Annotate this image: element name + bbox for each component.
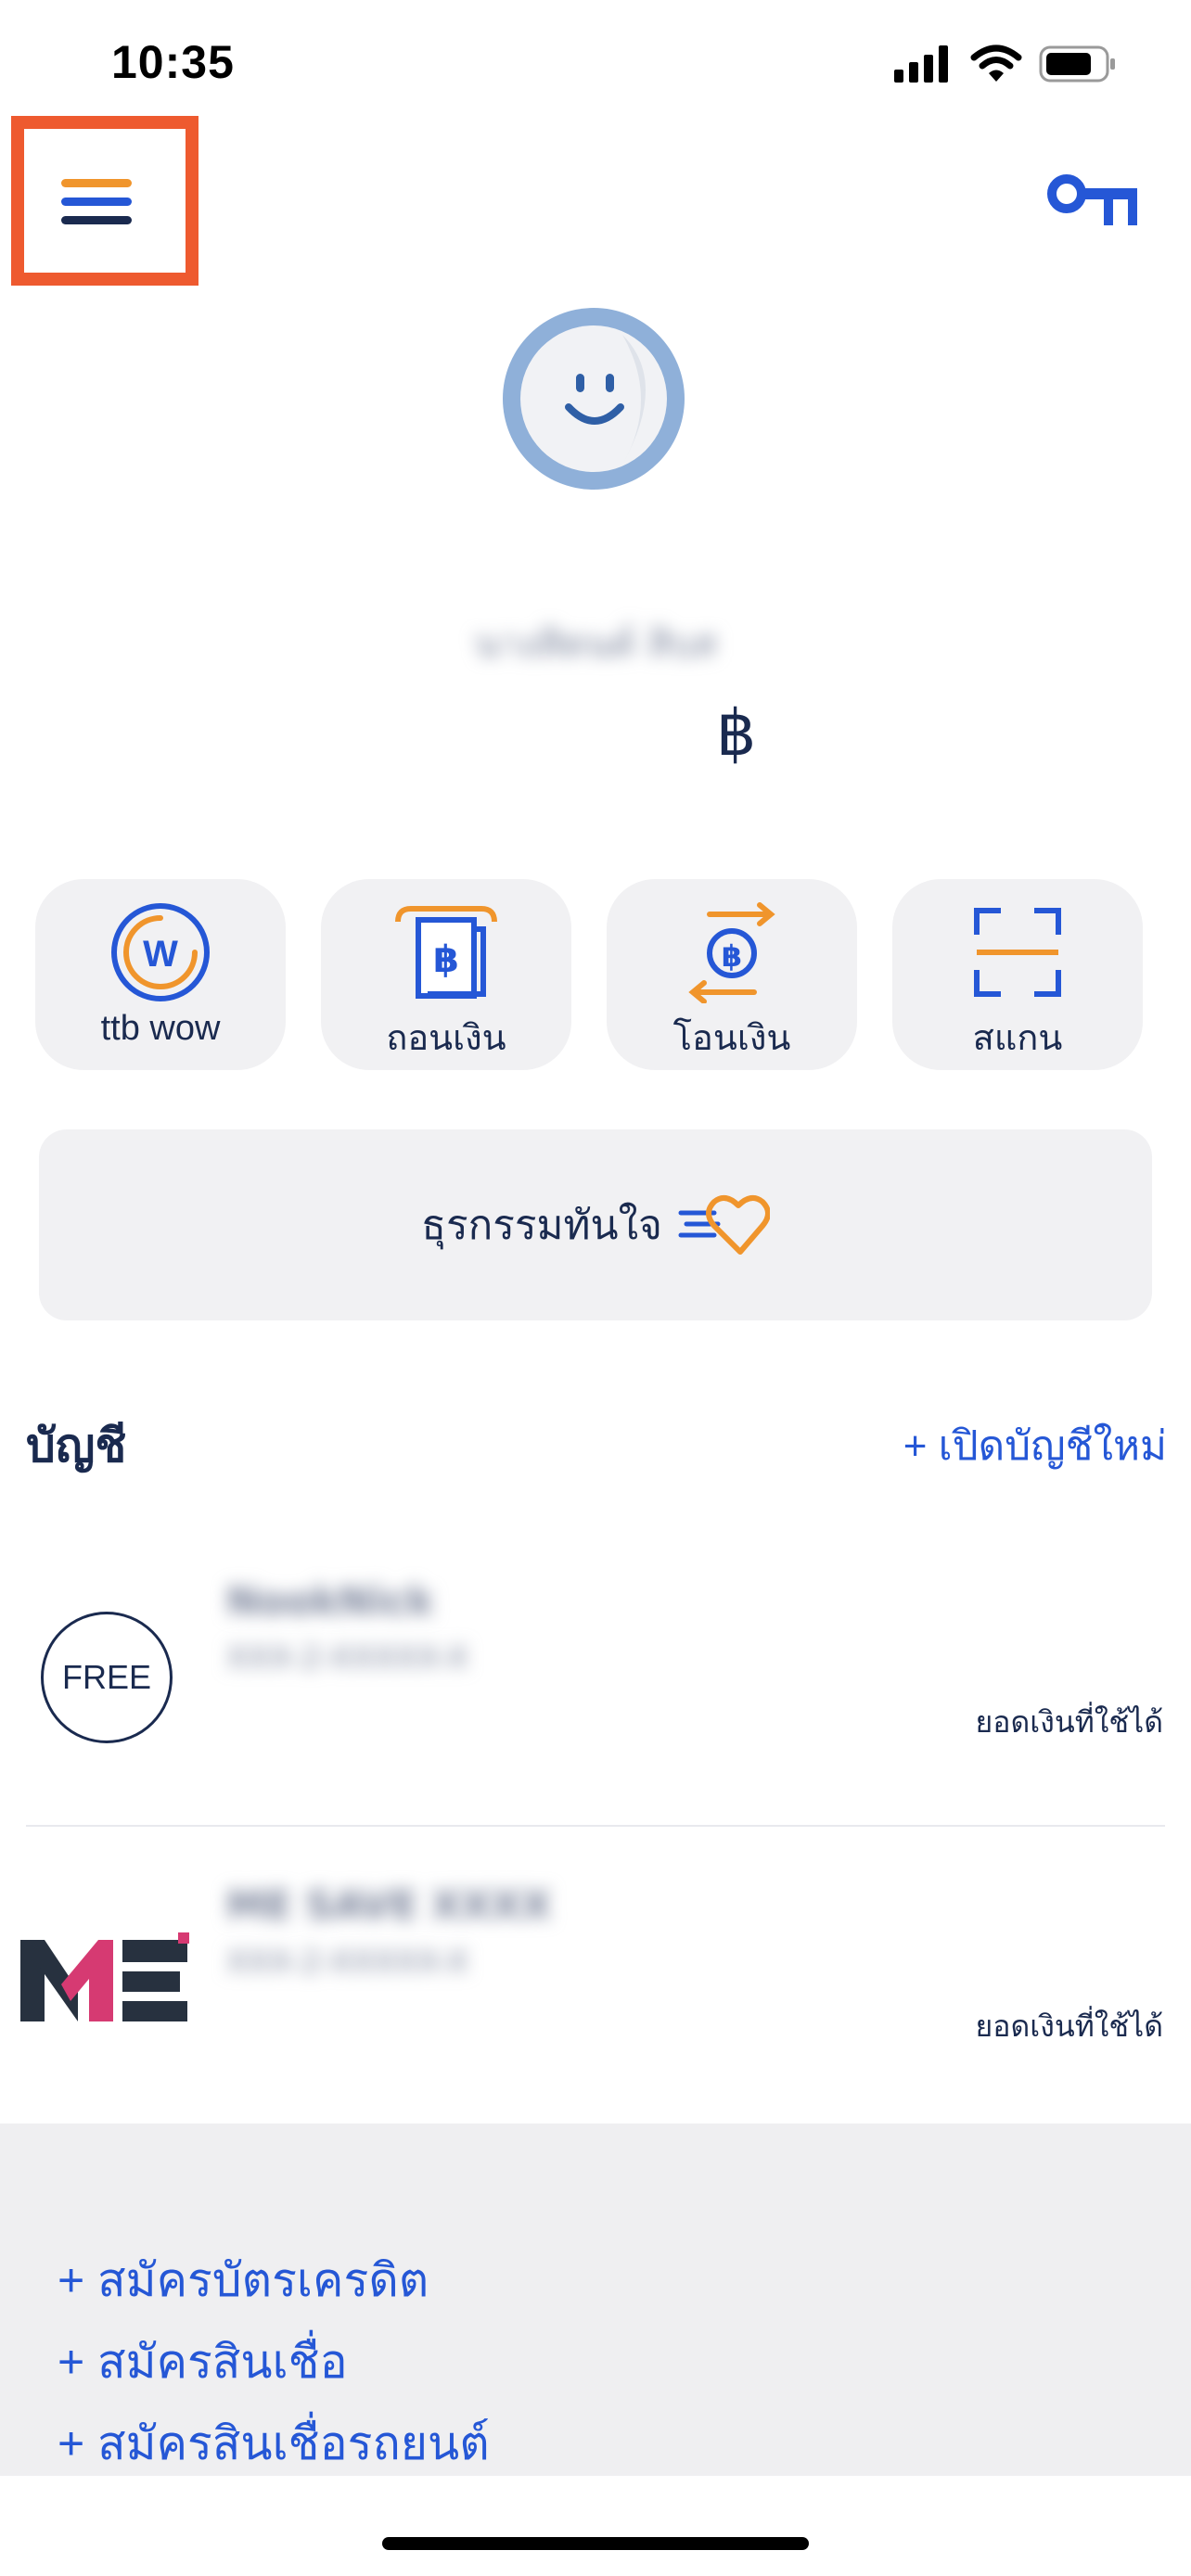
account-card-free[interactable]: FREE NookNick XXX-2-XXXXX-X ยอดเงินที่ใช… — [0, 1539, 1191, 1836]
key-icon — [1047, 174, 1137, 225]
transfer-label: โอนเงิน — [672, 1019, 791, 1058]
scan-icon — [974, 908, 1061, 997]
quick-actions: W ttb wow ฿ ถอนเงิน ฿ โอนเงิน สแกน — [35, 879, 1143, 1070]
status-icons — [894, 45, 1117, 83]
key-button[interactable] — [1046, 172, 1145, 233]
avatar[interactable] — [503, 308, 685, 490]
instant-transaction-label: ธุรกรรมทันใจ — [421, 1203, 662, 1248]
ttb-wow-icon: W — [111, 903, 210, 1001]
apply-car-loan-link[interactable]: + สมัครสินเชื่อรถยนต์ — [58, 2407, 490, 2480]
withdraw-icon: ฿ — [395, 906, 497, 999]
free-badge: FREE — [41, 1612, 173, 1743]
account-number: XXX-2-XXXXX-X — [226, 1639, 469, 1677]
battery-icon — [1039, 45, 1115, 83]
balance-currency-symbol: ฿ — [716, 697, 757, 771]
ttb-wow-label: ttb wow — [100, 1009, 221, 1048]
account-number: XXX-2-XXXXX-X — [226, 1944, 469, 1981]
cellular-signal-icon — [894, 45, 948, 83]
apply-credit-card-link[interactable]: + สมัครบัตรเครดิต — [58, 2244, 429, 2317]
open-new-account-link[interactable]: + เปิดบัญชีใหม่ — [903, 1413, 1167, 1478]
home-indicator[interactable] — [382, 2537, 809, 2550]
transfer-button[interactable]: ฿ โอนเงิน — [607, 879, 857, 1070]
instant-transaction-banner[interactable]: ธุรกรรมทันใจ — [39, 1129, 1152, 1320]
scan-label: สแกน — [972, 1019, 1063, 1058]
user-name: นางสิดนค์ สิบส — [474, 623, 717, 666]
account-card-me[interactable]: ME SAVE XXXX XXX-2-XXXXX-X ยอดเงินที่ใช้… — [0, 1843, 1191, 2140]
smiley-avatar-icon — [520, 325, 667, 472]
svg-text:฿: ฿ — [722, 938, 742, 974]
withdraw-button[interactable]: ฿ ถอนเงิน — [321, 879, 571, 1070]
withdraw-label: ถอนเงิน — [386, 1019, 506, 1058]
account-name: ME SAVE XXXX — [226, 1882, 552, 1928]
scan-button[interactable]: สแกน — [892, 879, 1143, 1070]
status-bar: 10:35 — [0, 0, 1191, 130]
apply-loan-link[interactable]: + สมัครสินเชื่อ — [58, 2326, 348, 2399]
menu-button[interactable] — [50, 170, 143, 235]
heart-fast-icon — [678, 1194, 770, 1255]
accounts-title: บัญชี — [26, 1420, 127, 1472]
account-divider — [26, 1825, 1165, 1827]
svg-text:฿: ฿ — [433, 938, 459, 981]
transfer-icon: ฿ — [688, 902, 775, 1003]
hamburger-menu-icon — [61, 179, 132, 224]
status-time: 10:35 — [111, 36, 235, 88]
ttb-wow-button[interactable]: W ttb wow — [35, 879, 286, 1070]
me-logo — [20, 1932, 191, 2021]
account-name: NookNick — [226, 1578, 434, 1624]
svg-text:W: W — [143, 934, 178, 975]
wifi-icon — [970, 45, 1022, 82]
available-balance-label: ยอดเงินที่ใช้ได้ — [975, 2009, 1164, 2043]
available-balance-label: ยอดเงินที่ใช้ได้ — [975, 1705, 1164, 1739]
